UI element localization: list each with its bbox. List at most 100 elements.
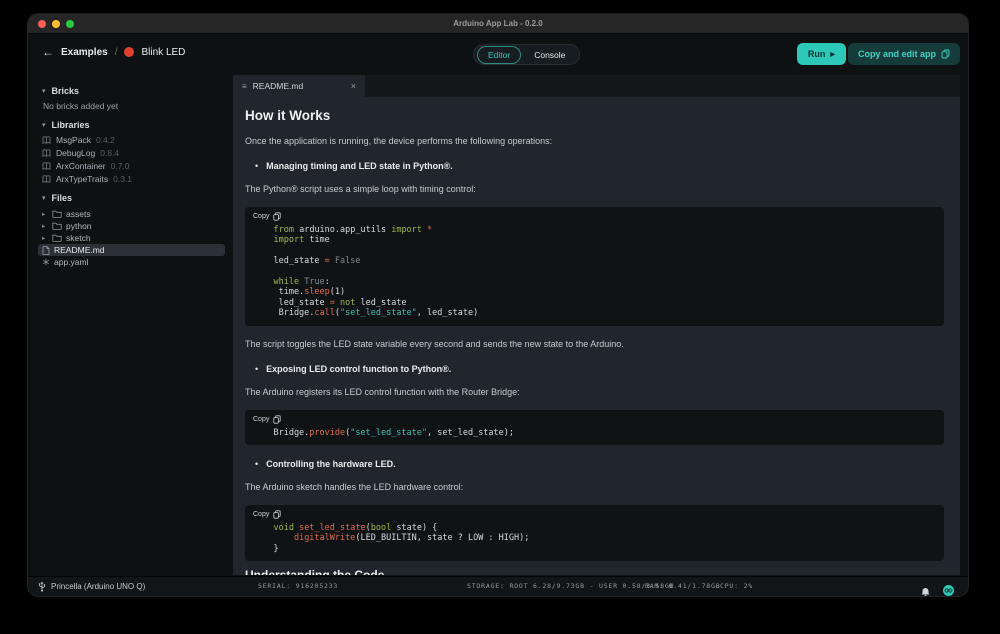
- library-item[interactable]: DebugLog 0.8.4: [42, 148, 225, 158]
- copy-icon: [273, 212, 281, 221]
- code-text: Bridge.provide("set_led_state", set_led_…: [253, 428, 936, 438]
- copy-and-edit-app-label: Copy and edit app: [858, 49, 936, 59]
- notifications-button[interactable]: [921, 582, 930, 597]
- folder-row[interactable]: ▸ assets: [38, 208, 225, 220]
- copy-icon: [273, 415, 281, 424]
- file-name: README.md: [54, 245, 105, 255]
- readme-heading: How it Works: [245, 108, 944, 123]
- library-icon: [42, 175, 51, 184]
- editor-tab-bar: ≡ README.md ×: [233, 75, 960, 97]
- app-status-dot-icon: [124, 47, 134, 57]
- library-name: DebugLog: [56, 148, 95, 158]
- library-version: 0.4.2: [96, 135, 115, 145]
- library-name: MsgPack: [56, 135, 91, 145]
- sidebar: ▾ Bricks No bricks added yet ▾ Libraries…: [28, 73, 233, 576]
- library-item[interactable]: ArxContainer0.7.0: [42, 161, 225, 171]
- folder-row[interactable]: ▸ sketch: [38, 232, 225, 244]
- breadcrumb: ← Examples / Blink LED: [42, 46, 185, 58]
- readme-bullet-item: •Managing timing and LED state in Python…: [255, 161, 944, 171]
- play-icon: ▶: [830, 51, 835, 58]
- code-text: from arduino.app_utils import * import t…: [253, 225, 936, 319]
- breadcrumb-separator: /: [115, 47, 118, 58]
- library-version: 0.7.0: [111, 161, 130, 171]
- bullet-text: Controlling the hardware LED.: [266, 459, 396, 469]
- device-indicator[interactable]: Princella (Arduino UNO Q): [38, 577, 145, 596]
- run-button[interactable]: Run ▶: [797, 43, 846, 65]
- library-version: 0.3.1: [113, 174, 132, 184]
- ram-metric: RAM: 0.41/1.78GB: [645, 577, 720, 596]
- library-name: ArxTypeTraits: [56, 174, 108, 184]
- tab-console[interactable]: Console: [523, 46, 576, 64]
- back-arrow-icon[interactable]: ←: [42, 46, 54, 58]
- readme-paragraph: The Arduino registers its LED control fu…: [245, 387, 944, 398]
- code-block: Copy from arduino.app_utils import * imp…: [245, 207, 944, 326]
- folder-row[interactable]: ▸python: [38, 220, 225, 232]
- chevron-down-icon: ▾: [42, 121, 46, 129]
- library-version: 0.8.4: [100, 148, 119, 158]
- device-name: Princella (Arduino UNO Q): [51, 582, 145, 591]
- readme-paragraph: The Python® script uses a simple loop wi…: [245, 184, 944, 195]
- library-item[interactable]: ArxTypeTraits 0.3.1: [42, 174, 225, 184]
- libraries-section-title: Libraries: [52, 120, 90, 130]
- bullet-icon: •: [255, 161, 258, 171]
- markdown-file-icon: [42, 246, 50, 255]
- copy-label: Copy: [253, 511, 269, 518]
- view-switcher: EditorConsole: [473, 44, 580, 65]
- breadcrumb-examples[interactable]: Examples: [61, 47, 108, 58]
- readme-bullet-item: • Exposing LED control function to Python…: [255, 364, 944, 374]
- file-row[interactable]: app.yaml: [38, 256, 225, 268]
- folder-icon: [52, 234, 62, 242]
- editor-pane: ≡ README.md × How it WorksOnce the appli…: [233, 75, 960, 575]
- close-tab-icon[interactable]: ×: [351, 81, 356, 91]
- copy-code-button[interactable]: Copy: [253, 212, 936, 221]
- code-block: Copy Bridge.provide("set_led_state", set…: [245, 410, 944, 445]
- zoom-window-button[interactable]: [66, 20, 74, 28]
- file-name: assets: [66, 209, 91, 219]
- copy-code-button[interactable]: Copy: [253, 510, 936, 519]
- yaml-file-icon: [42, 258, 50, 266]
- libraries-list: MsgPack 0.4.2DebugLog 0.8.4 ArxContainer0.7…: [42, 135, 225, 184]
- library-icon: [42, 162, 51, 171]
- tab-menu-icon: ≡: [242, 82, 247, 91]
- app-header: ← Examples / Blink LED EditorConsole Run…: [28, 35, 968, 73]
- bullet-icon: •: [255, 459, 258, 469]
- bricks-section-header[interactable]: ▾ Bricks: [42, 86, 225, 96]
- bricks-section-title: Bricks: [52, 86, 80, 96]
- code-block: Copy void set_led_state(bool state) { di…: [245, 505, 944, 561]
- chevron-right-icon[interactable]: ▸: [42, 234, 48, 242]
- storage-metric: STORAGE: ROOT 6.28/9.73GB - USER 0.58/3.…: [467, 577, 674, 596]
- arduino-logo-icon: [943, 585, 954, 596]
- bullet-text: Exposing LED control function to Python®…: [266, 364, 451, 374]
- chevron-right-icon[interactable]: ▸: [42, 222, 48, 230]
- folder-icon: [52, 210, 62, 218]
- close-window-button[interactable]: [38, 20, 46, 28]
- chevron-right-icon[interactable]: ▸: [42, 210, 48, 218]
- run-button-label: Run: [808, 49, 826, 59]
- copy-and-edit-app-button[interactable]: Copy and edit app: [848, 43, 960, 65]
- file-row[interactable]: README.md: [38, 244, 225, 256]
- tab-editor[interactable]: Editor: [477, 46, 521, 64]
- library-icon: [42, 136, 51, 145]
- file-name: app.yaml: [54, 257, 89, 267]
- readme-tab-label: README.md: [253, 81, 304, 91]
- arduino-status-button[interactable]: [943, 581, 954, 596]
- copy-icon: [273, 510, 281, 519]
- bricks-empty-note: No bricks added yet: [43, 101, 225, 111]
- files-section-header[interactable]: ▾ Files: [42, 193, 225, 203]
- library-item[interactable]: MsgPack 0.4.2: [42, 135, 225, 145]
- bullet-icon: •: [255, 364, 258, 374]
- readme-paragraph: The script toggles the LED state variabl…: [245, 339, 944, 350]
- traffic-lights: [38, 20, 74, 28]
- cpu-metric: CPU: 2%: [720, 577, 753, 596]
- copy-code-button[interactable]: Copy: [253, 415, 936, 424]
- app-window: Arduino App Lab - 0.2.0 ← Examples / Bli…: [28, 14, 968, 596]
- window-title: Arduino App Lab - 0.2.0: [28, 14, 968, 34]
- libraries-section-header[interactable]: ▾ Libraries: [42, 120, 225, 130]
- minimize-window-button[interactable]: [52, 20, 60, 28]
- file-name: sketch: [66, 233, 91, 243]
- readme-heading-clipped: Understanding the Code: [245, 568, 384, 575]
- serial-metric: SERIAL: 916205233: [258, 577, 338, 596]
- readme-tab[interactable]: ≡ README.md ×: [233, 75, 365, 97]
- readme-bullet-item: • Controlling the hardware LED.: [255, 459, 944, 469]
- files-section-title: Files: [52, 193, 73, 203]
